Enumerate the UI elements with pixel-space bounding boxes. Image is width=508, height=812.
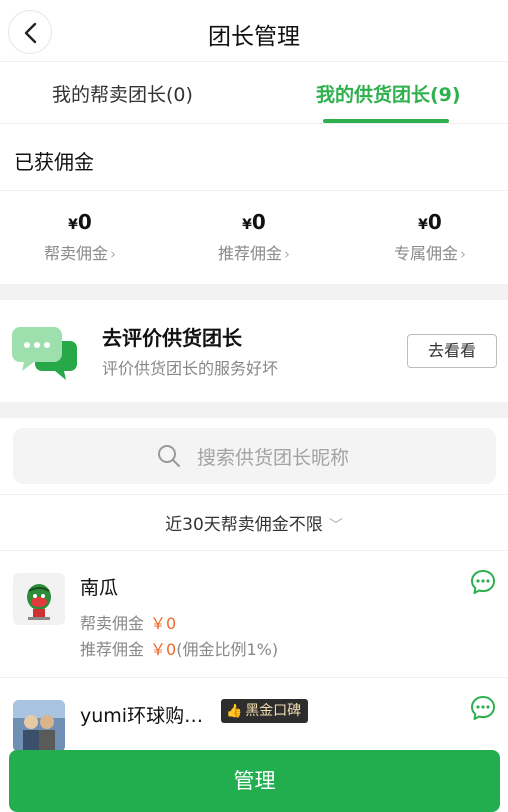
active-tab-indicator <box>323 119 449 123</box>
status-badge: 👍 黑金口碑 <box>221 699 309 723</box>
divider <box>0 190 508 191</box>
promo-subtitle: 评价供货团长的服务好坏 <box>102 359 279 378</box>
search-icon <box>158 445 180 467</box>
promo-title: 去评价供货团长 <box>102 326 242 350</box>
commission-filter-dropdown[interactable]: 近30天帮卖佣金不限 ﹀ <box>0 510 508 535</box>
section-gap <box>0 284 508 300</box>
chat-bubbles-icon <box>12 327 77 380</box>
chevron-down-icon: ﹀ <box>328 518 343 534</box>
stat-value: ¥0 <box>242 210 266 234</box>
section-gap <box>0 402 508 418</box>
divider <box>0 494 508 495</box>
tab-help-sell-leaders[interactable]: 我的帮卖团长(0) <box>52 80 193 107</box>
chat-icon[interactable] <box>470 695 496 721</box>
stat-label: 帮卖佣金 › <box>43 244 116 263</box>
go-look-button[interactable]: 去看看 <box>407 334 497 368</box>
chat-icon[interactable] <box>470 569 496 595</box>
manage-button[interactable]: 管理 <box>9 750 500 812</box>
page-title: 团长管理 <box>208 24 300 50</box>
stat-referral-commission[interactable]: ¥0 推荐佣金 › <box>194 210 314 264</box>
list-item[interactable]: 南瓜 帮卖佣金 ￥0 推荐佣金 ￥0(佣金比例1%) <box>0 551 508 677</box>
avatar <box>13 573 65 625</box>
thumbs-up-icon: 👍 <box>226 704 243 719</box>
chevron-right-icon: › <box>110 245 116 263</box>
avatar <box>13 700 65 752</box>
leader-name: yumi环球购… <box>80 705 204 727</box>
search-input[interactable]: 搜索供货团长昵称 <box>13 428 496 484</box>
help-sell-commission-line: 帮卖佣金 ￥0 <box>80 614 177 633</box>
stat-label: 专属佣金 › <box>393 244 466 263</box>
chevron-right-icon: › <box>284 245 290 263</box>
stat-value: ¥0 <box>68 210 92 234</box>
search-placeholder: 搜索供货团长昵称 <box>197 447 350 469</box>
chevron-right-icon: › <box>460 245 466 263</box>
leader-name: 南瓜 <box>80 577 119 599</box>
commission-section-title: 已获佣金 <box>14 150 94 174</box>
stat-exclusive-commission[interactable]: ¥0 专属佣金 › <box>370 210 490 264</box>
tab-supply-leaders[interactable]: 我的供货团长(9) <box>316 80 461 107</box>
filter-label: 近30天帮卖佣金不限 <box>165 515 323 535</box>
tab-bar: 我的帮卖团长(0) 我的供货团长(9) <box>0 62 508 124</box>
stat-value: ¥0 <box>418 210 442 234</box>
top-bar: 团长管理 <box>0 0 508 62</box>
referral-commission-line: 推荐佣金 ￥0(佣金比例1%) <box>80 640 279 659</box>
stat-help-sell-commission[interactable]: ¥0 帮卖佣金 › <box>20 210 140 264</box>
stat-label: 推荐佣金 › <box>217 244 290 263</box>
